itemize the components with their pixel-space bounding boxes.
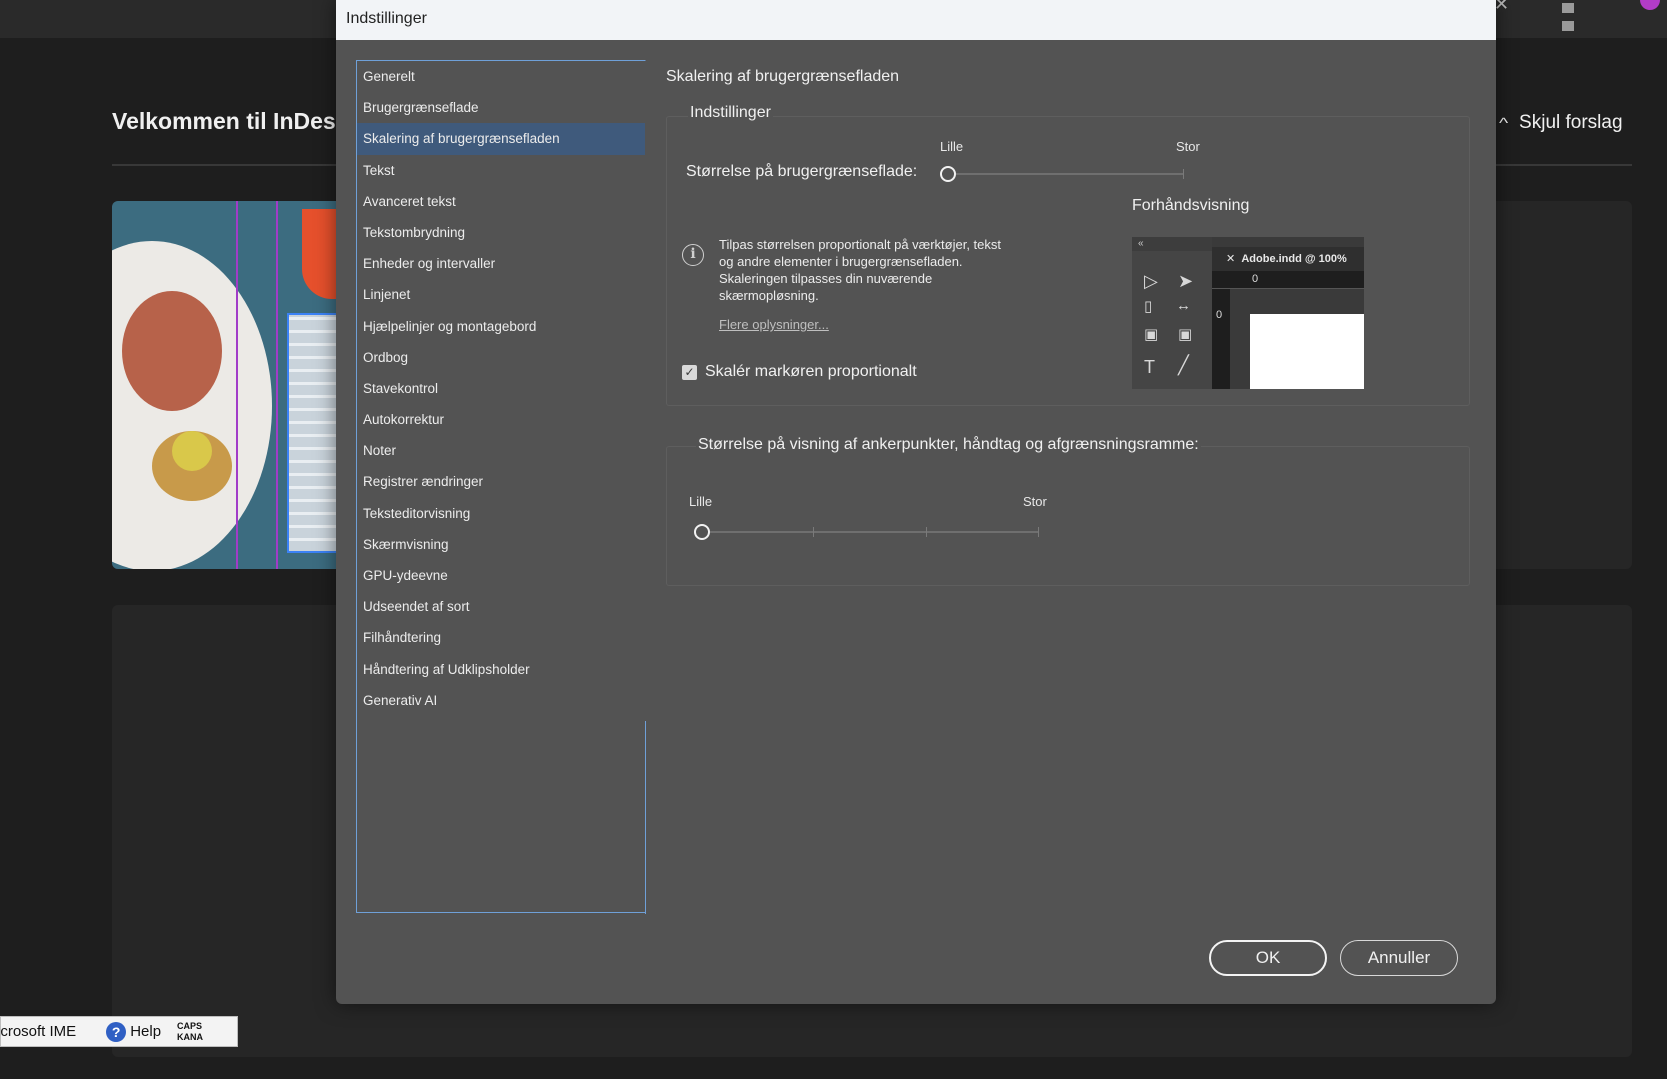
preferences-content: Skalering af brugergrænsefladen Indstill…: [666, 60, 1476, 660]
ui-size-max-label: Stor: [1176, 139, 1200, 154]
anchor-size-group: [666, 446, 1470, 586]
nav-item[interactable]: Enheder og intervaller: [357, 248, 645, 279]
nav-item[interactable]: Ordbog: [357, 342, 645, 373]
preview-page: [1250, 314, 1364, 389]
line-tool-icon: ╱: [1178, 355, 1189, 375]
preview-doc-tab: ✕ Adobe.indd @ 100%: [1212, 247, 1364, 271]
preview-label: Forhåndsvisning: [1132, 197, 1250, 214]
chevron-up-icon: ^: [1498, 114, 1509, 132]
collapse-icon: «: [1132, 237, 1212, 251]
anchor-size-legend: Størrelse på visning af ankerpunkter, hå…: [696, 436, 1201, 454]
ime-name[interactable]: icrosoft IME: [0, 1023, 76, 1040]
nav-item[interactable]: Udseendet af sort: [357, 591, 645, 622]
preferences-nav-list[interactable]: Generelt Brugergrænseflade Skalering af br…: [356, 60, 646, 914]
scale-cursor-checkbox-row[interactable]: ✓ Skalér markøren proportionalt: [682, 363, 917, 381]
settings-group-legend: Indstillinger: [688, 104, 773, 122]
nav-item[interactable]: Registrer ændringer: [357, 466, 645, 497]
scale-cursor-label[interactable]: Skalér markøren proportionalt: [705, 363, 917, 381]
ui-size-slider-thumb[interactable]: [940, 166, 956, 182]
preview-ruler-top: 0: [1212, 271, 1364, 289]
ui-size-slider-track[interactable]: [948, 173, 1184, 175]
info-text: Tilpas størrelsen proportionalt på værkt…: [719, 237, 1002, 303]
slider-tick: [926, 527, 927, 537]
nav-item[interactable]: Teksteditorvisning: [357, 498, 645, 529]
nav-item[interactable]: Håndtering af Udklipsholder: [357, 654, 645, 685]
nav-item[interactable]: Tekst: [357, 155, 645, 186]
nav-item[interactable]: Tekstombrydning: [357, 217, 645, 248]
scale-cursor-checkbox[interactable]: ✓: [682, 364, 697, 380]
nav-item[interactable]: Hjælpelinjer og montagebord: [357, 311, 645, 342]
nav-item[interactable]: Noter: [357, 435, 645, 466]
layout-icon[interactable]: [1562, 0, 1590, 31]
preview-image: « ▷ ➤ ▯ ↔ ▣ ▣ T ╱ ✕ Adobe.indd @ 100% 0 …: [1132, 237, 1364, 389]
hide-suggestions-label: Skjul forslag: [1519, 112, 1623, 133]
hide-suggestions-button[interactable]: ^ Skjul forslag: [1498, 112, 1623, 134]
ime-help-label: Help: [130, 1023, 162, 1040]
more-info-link[interactable]: Flere oplysninger...: [719, 317, 829, 332]
direct-selection-tool-icon: ➤: [1178, 271, 1194, 291]
cancel-button[interactable]: Annuller: [1340, 940, 1458, 976]
type-tool-icon: T: [1144, 357, 1155, 377]
close-icon[interactable]: ✕: [1494, 0, 1509, 15]
nav-item[interactable]: Brugergrænseflade: [357, 92, 645, 123]
nav-item[interactable]: Linjenet: [357, 279, 645, 310]
gap-tool-icon: ↔: [1176, 297, 1191, 314]
ui-size-label: Størrelse på brugergrænseflade:: [686, 163, 918, 180]
nav-item[interactable]: Skalering af brugergrænsefladen: [357, 123, 645, 155]
section-title: Skalering af brugergrænsefladen: [666, 68, 900, 85]
ok-button[interactable]: OK: [1209, 940, 1327, 976]
nav-item[interactable]: Stavekontrol: [357, 373, 645, 404]
preview-ruler-left: 0: [1212, 289, 1230, 389]
nav-item[interactable]: Filhåndtering: [357, 622, 645, 653]
guide-line: [276, 201, 278, 569]
nav-item[interactable]: Avanceret tekst: [357, 186, 645, 217]
guide-line: [236, 201, 238, 569]
preview-toolbar: « ▷ ➤ ▯ ↔ ▣ ▣ T ╱: [1132, 237, 1212, 389]
ime-toolbar: icrosoft IME ? Help CAPS KANA: [0, 1016, 238, 1047]
nav-item[interactable]: GPU-ydeevne: [357, 560, 645, 591]
anchor-size-slider-thumb[interactable]: [694, 524, 710, 540]
nav-item[interactable]: Skærmvisning: [357, 529, 645, 560]
nav-item[interactable]: Generativ AI: [357, 685, 645, 716]
preferences-dialog: Indstillinger Generelt Brugergrænseflade S…: [336, 0, 1496, 1004]
slider-tick: [1038, 527, 1039, 537]
ime-key-status: CAPS KANA: [177, 1020, 204, 1042]
page-tool-icon: ▯: [1144, 298, 1153, 315]
welcome-title: Velkommen til InDesig: [112, 108, 357, 134]
ime-help-button[interactable]: ? Help: [106, 1021, 162, 1042]
nav-item[interactable]: Generelt: [357, 61, 645, 92]
dialog-title: Indstillinger: [336, 0, 1496, 40]
ui-size-min-label: Lille: [940, 139, 964, 154]
info-icon: i: [682, 244, 704, 266]
anchor-size-min-label: Lille: [689, 494, 713, 509]
avatar[interactable]: [1640, 0, 1660, 10]
nav-item[interactable]: Autokorrektur: [357, 404, 645, 435]
content-placer-icon: ▣: [1178, 326, 1193, 343]
slider-tick: [813, 527, 814, 537]
selection-tool-icon: ▷: [1144, 271, 1158, 291]
content-collector-icon: ▣: [1144, 326, 1159, 343]
slider-tick: [1183, 169, 1184, 179]
help-icon: ?: [106, 1021, 127, 1042]
anchor-size-max-label: Stor: [1023, 494, 1047, 509]
anchor-size-slider-track[interactable]: [702, 531, 1039, 533]
